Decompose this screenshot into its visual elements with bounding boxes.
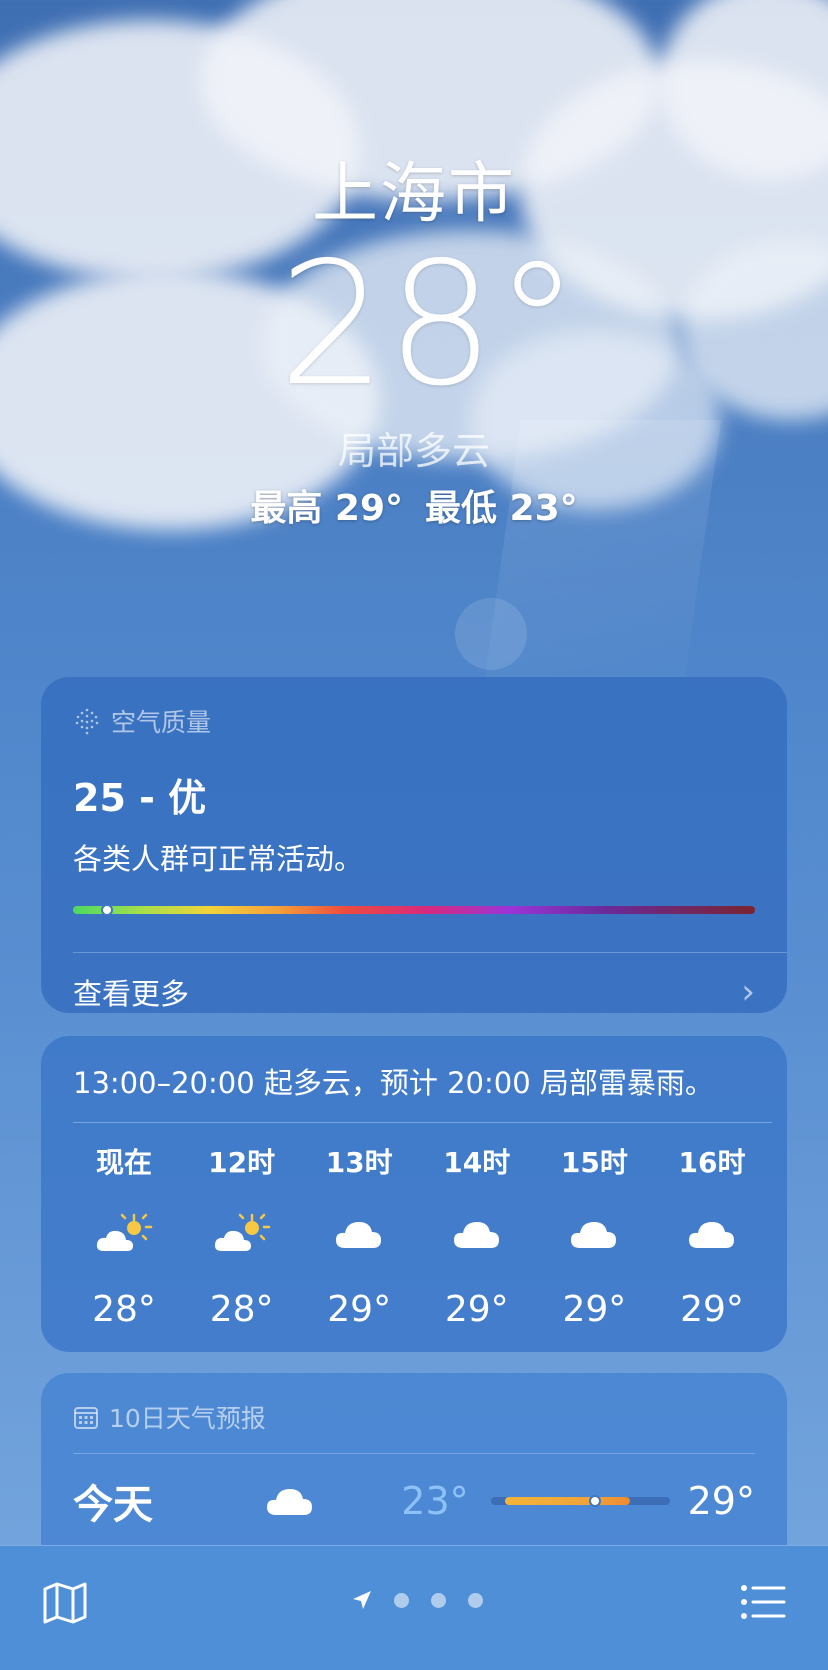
cloud-icon xyxy=(657,1211,767,1257)
page-indicator[interactable] xyxy=(352,1590,483,1610)
low-temperature: 最低 23° xyxy=(425,488,578,529)
cloud-icon xyxy=(237,1483,343,1519)
map-icon xyxy=(43,1582,87,1624)
current-weather: 上海市 28° 局部多云 最高 29° 最低 23° xyxy=(0,140,828,531)
hour-item: 15时 29° xyxy=(539,1141,649,1330)
hour-label: 现在 xyxy=(95,1146,152,1179)
hour-temperature: 28° xyxy=(92,1289,156,1330)
page-dot[interactable] xyxy=(431,1592,446,1608)
hourly-list[interactable]: 现在 28° 12时 28° 13时 29° 14时 29° 15时 29° 1… xyxy=(41,1123,787,1330)
calendar-icon xyxy=(74,1407,98,1429)
city-list-button[interactable] xyxy=(740,1584,786,1624)
air-quality-value: 25 - 优 xyxy=(73,776,207,820)
see-more-button[interactable]: 查看更多 › xyxy=(41,953,787,1013)
ten-day-header: 10日天气预报 xyxy=(41,1373,787,1435)
hourly-forecast-card[interactable]: 13:00–20:00 起多云，预计 20:00 局部雷暴雨。 现在 28° 1… xyxy=(41,1036,787,1352)
hour-temperature: 29° xyxy=(680,1289,744,1330)
ten-day-title: 10日天气预报 xyxy=(109,1404,266,1433)
temperature-range-bar xyxy=(490,1495,670,1507)
hour-temperature: 29° xyxy=(444,1289,509,1330)
air-quality-card[interactable]: 空气质量 25 - 优 各类人群可正常活动。 查看更多 › xyxy=(41,677,787,1013)
cloud-icon xyxy=(422,1211,532,1257)
partly-sunny-icon xyxy=(187,1211,297,1257)
hour-item: 14时 29° xyxy=(422,1141,532,1330)
current-temperature: 28° xyxy=(278,226,580,424)
city-name: 上海市 xyxy=(312,155,516,232)
hour-label: 14时 xyxy=(443,1146,511,1179)
hour-temperature: 29° xyxy=(327,1289,392,1330)
hour-label: 16时 xyxy=(678,1146,746,1179)
page-dot[interactable] xyxy=(394,1592,409,1608)
bottom-toolbar xyxy=(0,1545,828,1670)
hour-item: 现在 28° xyxy=(69,1141,179,1330)
hour-item: 13时 29° xyxy=(304,1141,414,1330)
air-quality-scale xyxy=(73,904,755,916)
high-temperature: 最高 29° xyxy=(250,488,403,529)
cloud-icon xyxy=(539,1211,649,1257)
hour-temperature: 28° xyxy=(209,1289,274,1330)
weather-condition: 局部多云 xyxy=(337,429,490,473)
list-icon xyxy=(741,1585,786,1619)
air-quality-title: 空气质量 xyxy=(111,708,212,737)
hourly-summary: 13:00–20:00 起多云，预计 20:00 局部雷暴雨。 xyxy=(73,1066,714,1100)
forecast-day-row[interactable]: 今天 23° 29° xyxy=(41,1454,787,1530)
hour-label: 12时 xyxy=(208,1146,276,1179)
map-button[interactable] xyxy=(42,1580,88,1630)
partly-sunny-icon xyxy=(69,1211,179,1257)
hour-item: 16时 29° xyxy=(657,1141,767,1330)
air-quality-header: 空气质量 xyxy=(41,677,787,739)
air-quality-indicator xyxy=(101,904,114,916)
day-high-temperature: 29° xyxy=(687,1479,755,1523)
hour-item: 12时 28° xyxy=(187,1141,297,1330)
day-name: 今天 xyxy=(73,1482,153,1528)
cloud-icon xyxy=(304,1211,414,1257)
air-quality-icon xyxy=(75,708,99,735)
location-arrow-icon xyxy=(353,1591,371,1609)
current-temperature-marker xyxy=(588,1495,601,1507)
hour-label: 15时 xyxy=(560,1146,628,1179)
page-dot[interactable] xyxy=(468,1592,483,1608)
see-more-label: 查看更多 xyxy=(73,977,190,1011)
air-quality-description: 各类人群可正常活动。 xyxy=(73,842,364,876)
day-low-temperature: 23° xyxy=(401,1479,469,1523)
high-low: 最高 29° 最低 23° xyxy=(0,479,828,531)
hour-temperature: 29° xyxy=(562,1289,627,1330)
chevron-right-icon: › xyxy=(741,972,755,1012)
hour-label: 13时 xyxy=(325,1146,393,1179)
temperature-range-fill xyxy=(504,1497,630,1505)
